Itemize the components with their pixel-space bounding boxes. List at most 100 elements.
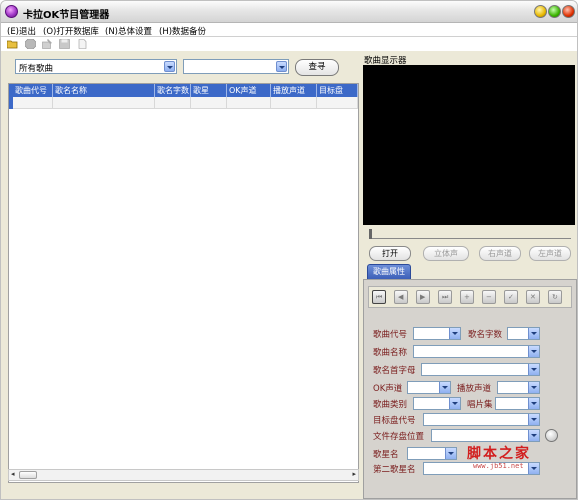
chevron-down-icon[interactable] — [449, 328, 460, 339]
category-select[interactable]: 所有歌曲 — [15, 59, 177, 74]
menu-data-backup[interactable]: (H)数据备份 — [159, 25, 206, 37]
table-row[interactable] — [9, 97, 358, 109]
search-button[interactable]: 查寻 — [295, 59, 339, 76]
x-icon: ✕ — [530, 293, 536, 301]
seek-bar[interactable] — [369, 229, 571, 239]
column-header[interactable]: 目标盘 — [317, 84, 358, 97]
label-play-channel: 播放声道 — [457, 384, 492, 394]
scroll-thumb[interactable] — [19, 471, 37, 479]
chevron-down-icon[interactable] — [528, 463, 539, 474]
search-combo[interactable] — [183, 59, 289, 74]
scroll-left-icon[interactable]: ◂ — [11, 470, 15, 478]
chevron-down-icon[interactable] — [439, 382, 450, 393]
record-navigator: ⏮ ◀ ▶ ⏭ + − ✓ ✕ ↻ — [368, 286, 572, 308]
next-record-button[interactable]: ▶ — [416, 290, 430, 304]
song-name-field[interactable] — [413, 345, 540, 358]
chevron-down-icon[interactable] — [528, 430, 539, 441]
song-code-field[interactable] — [413, 327, 461, 340]
category-value: 所有歌曲 — [19, 64, 54, 74]
browse-button[interactable] — [545, 429, 558, 442]
table-cell[interactable] — [155, 97, 191, 109]
stereo-button[interactable]: 立体声 — [423, 246, 469, 261]
chevron-down-icon[interactable] — [528, 414, 539, 425]
watermark-logo: 脚本之家 — [467, 446, 531, 462]
delete-record-button[interactable]: − — [482, 290, 496, 304]
file-location-field[interactable] — [431, 429, 540, 442]
column-header[interactable]: 播放声道 — [271, 84, 317, 97]
maximize-button[interactable] — [548, 5, 561, 18]
next-icon: ▶ — [420, 293, 426, 301]
table-cell[interactable] — [53, 97, 155, 109]
scroll-right-icon[interactable]: ▸ — [352, 470, 356, 478]
horizontal-scrollbar[interactable]: ◂ ▸ — [8, 469, 359, 481]
app-window: 卡拉OK节目管理器 (E)退出 (O)打开数据库 (N)总体设置 (H)数据备份 — [0, 0, 578, 500]
name-length-field[interactable] — [507, 327, 540, 340]
chevron-down-icon[interactable] — [445, 448, 456, 459]
label-album: 唱片集 — [467, 400, 493, 410]
save-icon[interactable] — [59, 39, 70, 49]
menu-open-database[interactable]: (O)打开数据库 — [43, 25, 99, 37]
chevron-down-icon[interactable] — [528, 328, 539, 339]
column-header[interactable]: 歌曲代号 — [13, 84, 53, 97]
window-title: 卡拉OK节目管理器 — [23, 10, 110, 21]
chevron-down-icon[interactable] — [528, 398, 539, 409]
menu-general-settings[interactable]: (N)总体设置 — [105, 25, 152, 37]
singer-name-field[interactable] — [407, 447, 457, 460]
label-song-name: 歌曲名称 — [373, 348, 408, 358]
table-cell[interactable] — [191, 97, 227, 109]
chevron-down-icon[interactable] — [528, 382, 539, 393]
edit-icon[interactable] — [42, 39, 53, 49]
open-button[interactable]: 打开 — [369, 246, 411, 261]
prev-record-button[interactable]: ◀ — [394, 290, 408, 304]
table-cell[interactable] — [317, 97, 358, 109]
chevron-down-icon[interactable] — [528, 346, 539, 357]
column-header[interactable]: OK声道 — [227, 84, 271, 97]
category-field[interactable] — [413, 397, 461, 410]
post-record-button[interactable]: ✓ — [504, 290, 518, 304]
last-record-button[interactable]: ⏭ — [438, 290, 452, 304]
ok-channel-field[interactable] — [407, 381, 451, 394]
right-channel-button[interactable]: 右声道 — [479, 246, 521, 261]
video-display — [363, 65, 575, 225]
last-icon: ⏭ — [442, 293, 449, 301]
refresh-record-button[interactable]: ↻ — [548, 290, 562, 304]
table-cell[interactable] — [13, 97, 53, 109]
menu-exit[interactable]: (E)退出 — [7, 25, 36, 37]
cancel-record-button[interactable]: ✕ — [526, 290, 540, 304]
first-icon: ⏮ — [376, 293, 383, 301]
chevron-down-icon[interactable] — [276, 61, 287, 72]
minimize-button[interactable] — [534, 5, 547, 18]
album-field[interactable] — [495, 397, 540, 410]
chevron-down-icon[interactable] — [528, 364, 539, 375]
add-record-button[interactable]: + — [460, 290, 474, 304]
label-target-disk-code: 目标盘代号 — [373, 416, 416, 426]
new-doc-icon[interactable] — [77, 39, 88, 49]
label-singer-name: 歌星名 — [373, 450, 399, 460]
play-channel-field[interactable] — [497, 381, 540, 394]
tab-song-properties[interactable]: 歌曲属性 — [367, 264, 411, 279]
label-file-location: 文件存盘位置 — [373, 432, 425, 442]
first-record-button[interactable]: ⏮ — [372, 290, 386, 304]
label-ok-channel: OK声道 — [373, 384, 403, 394]
chevron-down-icon[interactable] — [164, 61, 175, 72]
column-header[interactable]: 歌名字数 — [155, 84, 191, 97]
initials-field[interactable] — [421, 363, 540, 376]
refresh-icon: ↻ — [552, 293, 558, 301]
open-folder-icon[interactable] — [7, 39, 18, 49]
song-table[interactable]: 歌曲代号 歌名名称 歌名字数 歌星 OK声道 播放声道 目标盘 — [8, 83, 359, 483]
close-button[interactable] — [562, 5, 575, 18]
stop-icon[interactable] — [25, 39, 36, 49]
toolbar — [1, 37, 577, 51]
table-cell[interactable] — [227, 97, 271, 109]
target-disk-code-field[interactable] — [423, 413, 540, 426]
title-bar: 卡拉OK节目管理器 — [1, 1, 577, 23]
chevron-down-icon[interactable] — [449, 398, 460, 409]
table-cell[interactable] — [271, 97, 317, 109]
plus-icon: + — [464, 293, 470, 301]
app-icon — [5, 5, 18, 18]
minus-icon: − — [486, 293, 492, 301]
left-channel-button[interactable]: 左声道 — [529, 246, 571, 261]
column-header[interactable]: 歌名名称 — [53, 84, 155, 97]
seek-knob[interactable] — [369, 229, 372, 239]
column-header[interactable]: 歌星 — [191, 84, 227, 97]
